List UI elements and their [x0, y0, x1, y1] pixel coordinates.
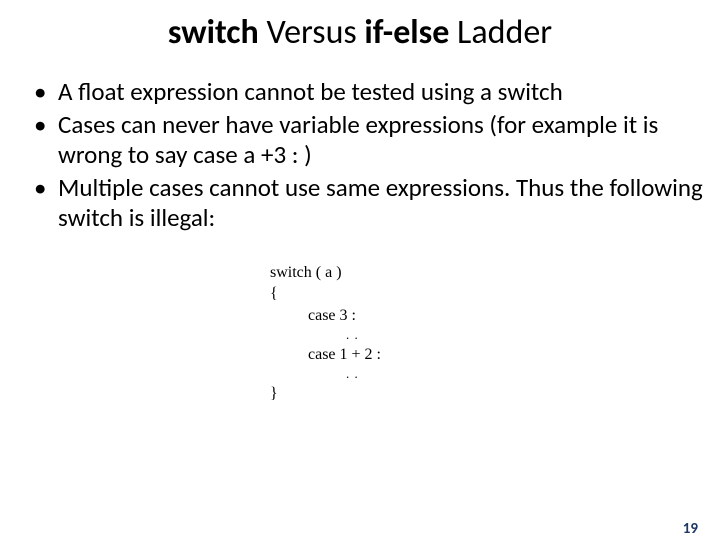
code-line: case 3 : [270, 305, 450, 327]
code-line: case 1 + 2 : [270, 344, 450, 366]
bullet-item: A float expression cannot be tested usin… [34, 77, 720, 108]
bullet-item: Cases can never have variable expression… [34, 110, 720, 171]
slide-title: switch Versus if-else Ladder [0, 12, 720, 53]
bullet-text: Cases can never have variable expression… [58, 109, 658, 171]
bullet-text: A float expression cannot be tested usin… [58, 76, 498, 107]
code-line: { [270, 283, 450, 305]
code-example: switch ( a ) { case 3 : . . case 1 + 2 :… [270, 262, 450, 405]
code-line: . . [270, 365, 450, 383]
page-number: 19 [683, 520, 698, 538]
bullet-keyword: case a +3 : ) [193, 139, 312, 170]
slide: switch Versus if-else Ladder A float exp… [0, 12, 720, 540]
title-kw-ifelse: if-else [364, 12, 449, 53]
code-line: } [270, 383, 450, 405]
bullet-text: Multiple cases cannot use same expressio… [58, 172, 703, 234]
title-text-ladder: Ladder [449, 12, 552, 53]
code-line: switch ( a ) [270, 262, 450, 284]
code-line: . . [270, 326, 450, 344]
bullet-keyword: switch [498, 76, 563, 107]
title-text-versus: Versus [259, 12, 365, 53]
title-kw-switch: switch [168, 12, 259, 53]
bullet-item: Multiple cases cannot use same expressio… [34, 173, 720, 234]
bullet-list: A float expression cannot be tested usin… [34, 77, 720, 234]
